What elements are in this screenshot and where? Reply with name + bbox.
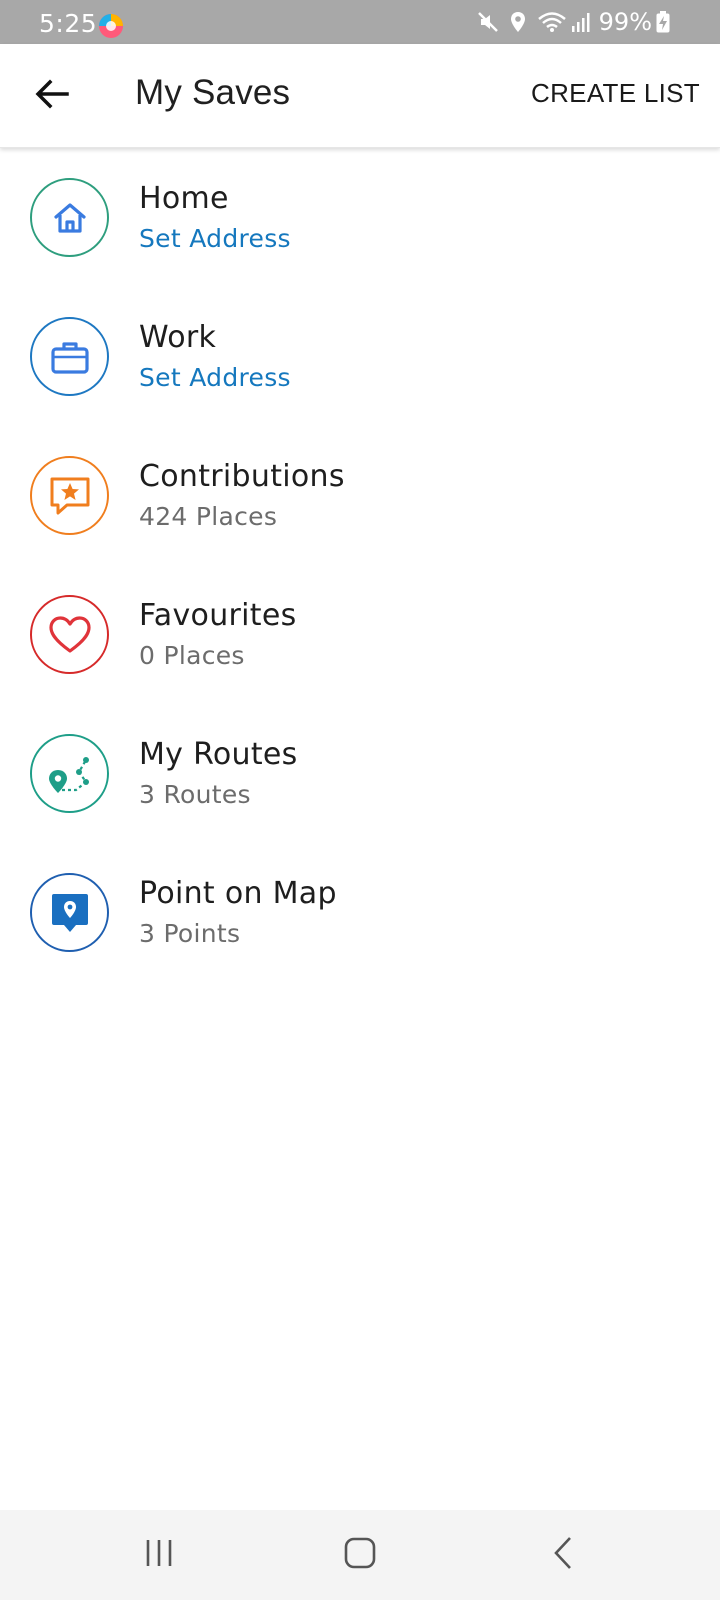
save-item-title: Home [139, 181, 229, 216]
save-item-title: Contributions [139, 459, 345, 494]
save-item-title: Point on Map [139, 876, 337, 911]
back-nav-icon [552, 1536, 574, 1575]
create-list-button[interactable]: CREATE LIST [531, 78, 700, 109]
save-item-title: My Routes [139, 737, 298, 772]
battery-charging-icon [656, 11, 670, 33]
location-icon [509, 11, 527, 33]
home-nav-icon [344, 1537, 376, 1574]
signal-icon [571, 11, 591, 33]
map-pin-icon [30, 873, 109, 952]
recent-apps-icon [143, 1538, 175, 1573]
status-icons: 99% [477, 8, 670, 36]
star-speech-bubble-icon [30, 456, 109, 535]
save-item-count: 424 Places [139, 502, 278, 531]
page-title: My Saves [135, 73, 291, 112]
wifi-icon [537, 11, 567, 33]
save-item-contributions[interactable]: Contributions 424 Places [0, 426, 720, 565]
battery-percentage: 99% [598, 8, 652, 36]
saves-list: Home Set Address Work Set Address Contri… [0, 148, 720, 982]
save-item-favourites[interactable]: Favourites 0 Places [0, 565, 720, 704]
app-icon [98, 13, 124, 39]
save-item-home[interactable]: Home Set Address [0, 148, 720, 287]
home-nav-button[interactable] [330, 1530, 390, 1580]
status-bar: 5:25 99% [0, 0, 720, 44]
save-item-count: 3 Points [139, 919, 241, 948]
app-bar: My Saves CREATE LIST [0, 44, 720, 148]
home-icon [30, 178, 109, 257]
status-time: 5:25 [39, 9, 98, 38]
back-button[interactable] [22, 66, 82, 126]
save-item-title: Work [139, 320, 217, 355]
set-address-link[interactable]: Set Address [139, 222, 291, 256]
recent-apps-button[interactable] [129, 1530, 189, 1580]
back-nav-button[interactable] [533, 1530, 593, 1580]
save-item-count: 3 Routes [139, 780, 251, 809]
system-nav-bar [0, 1510, 720, 1600]
briefcase-icon [30, 317, 109, 396]
save-item-my-routes[interactable]: My Routes 3 Routes [0, 704, 720, 843]
save-item-work[interactable]: Work Set Address [0, 287, 720, 426]
route-icon [30, 734, 109, 813]
save-item-title: Favourites [139, 598, 297, 633]
mute-icon [477, 11, 499, 33]
save-item-count: 0 Places [139, 641, 245, 670]
arrow-left-icon [35, 79, 69, 114]
set-address-link[interactable]: Set Address [139, 361, 291, 395]
heart-icon [30, 595, 109, 674]
save-item-point-on-map[interactable]: Point on Map 3 Points [0, 843, 720, 982]
